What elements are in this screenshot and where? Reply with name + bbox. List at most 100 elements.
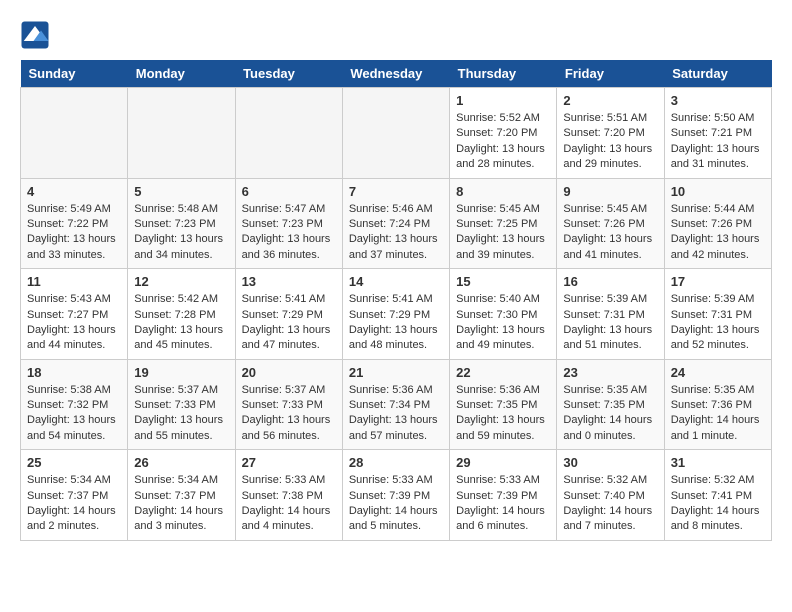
day-number: 4 xyxy=(27,184,121,199)
day-info: Sunrise: 5:42 AM Sunset: 7:28 PM Dayligh… xyxy=(134,292,228,354)
day-number: 28 xyxy=(349,455,443,470)
day-info: Sunrise: 5:35 AM Sunset: 7:35 PM Dayligh… xyxy=(563,383,657,445)
week-row-4: 18 Sunrise: 5:38 AM Sunset: 7:32 PM Dayli… xyxy=(21,359,772,450)
day-cell: 10 Sunrise: 5:44 AM Sunset: 7:26 PM Dayli… xyxy=(664,178,771,269)
day-cell: 1 Sunrise: 5:52 AM Sunset: 7:20 PM Daylig… xyxy=(450,88,557,179)
day-info: Sunrise: 5:33 AM Sunset: 7:39 PM Dayligh… xyxy=(349,473,443,535)
day-number: 11 xyxy=(27,274,121,289)
day-cell: 2Sunrise: 5:51 AM Sunset: 7:20 PM Daylig… xyxy=(557,88,664,179)
day-number: 31 xyxy=(671,455,765,470)
day-number: 23 xyxy=(563,365,657,380)
week-row-3: 11 Sunrise: 5:43 AM Sunset: 7:27 PM Dayli… xyxy=(21,269,772,360)
day-info: Sunrise: 5:47 AM Sunset: 7:23 PM Dayligh… xyxy=(242,202,336,264)
day-info: Sunrise: 5:45 AM Sunset: 7:25 PM Dayligh… xyxy=(456,202,550,264)
day-number: 17 xyxy=(671,274,765,289)
day-cell: 29 Sunrise: 5:33 AM Sunset: 7:39 PM Dayli… xyxy=(450,450,557,541)
col-header-saturday: Saturday xyxy=(664,60,771,88)
day-info: Sunrise: 5:40 AM Sunset: 7:30 PM Dayligh… xyxy=(456,292,550,354)
day-number: 6 xyxy=(242,184,336,199)
day-info: Sunrise: 5:46 AM Sunset: 7:24 PM Dayligh… xyxy=(349,202,443,264)
page-header xyxy=(20,20,772,50)
day-cell: 15 Sunrise: 5:40 AM Sunset: 7:30 PM Dayli… xyxy=(450,269,557,360)
day-cell: 26 Sunrise: 5:34 AM Sunset: 7:37 PM Dayli… xyxy=(128,450,235,541)
day-number: 14 xyxy=(349,274,443,289)
day-cell: 5 Sunrise: 5:48 AM Sunset: 7:23 PM Daylig… xyxy=(128,178,235,269)
day-number: 18 xyxy=(27,365,121,380)
week-row-1: 1 Sunrise: 5:52 AM Sunset: 7:20 PM Daylig… xyxy=(21,88,772,179)
day-number: 20 xyxy=(242,365,336,380)
day-info: Sunrise: 5:45 AM Sunset: 7:26 PM Dayligh… xyxy=(563,202,657,264)
day-info: Sunrise: 5:48 AM Sunset: 7:23 PM Dayligh… xyxy=(134,202,228,264)
day-cell: 30Sunrise: 5:32 AM Sunset: 7:40 PM Dayli… xyxy=(557,450,664,541)
day-cell: 9 Sunrise: 5:45 AM Sunset: 7:26 PM Daylig… xyxy=(557,178,664,269)
day-number: 8 xyxy=(456,184,550,199)
day-info: Sunrise: 5:37 AM Sunset: 7:33 PM Dayligh… xyxy=(242,383,336,445)
col-header-monday: Monday xyxy=(128,60,235,88)
day-cell xyxy=(128,88,235,179)
day-info: Sunrise: 5:39 AM Sunset: 7:31 PM Dayligh… xyxy=(563,292,657,354)
day-cell: 23 Sunrise: 5:35 AM Sunset: 7:35 PM Dayli… xyxy=(557,359,664,450)
day-cell: 27Sunrise: 5:33 AM Sunset: 7:38 PM Dayli… xyxy=(235,450,342,541)
day-cell: 22 Sunrise: 5:36 AM Sunset: 7:35 PM Dayli… xyxy=(450,359,557,450)
day-number: 29 xyxy=(456,455,550,470)
day-cell: 4 Sunrise: 5:49 AM Sunset: 7:22 PM Daylig… xyxy=(21,178,128,269)
day-cell: 20 Sunrise: 5:37 AM Sunset: 7:33 PM Dayli… xyxy=(235,359,342,450)
day-info: Sunrise: 5:38 AM Sunset: 7:32 PM Dayligh… xyxy=(27,383,121,445)
header-row: SundayMondayTuesdayWednesdayThursdayFrid… xyxy=(21,60,772,88)
day-info: Sunrise: 5:51 AM Sunset: 7:20 PM Dayligh… xyxy=(563,111,657,173)
day-cell: 16 Sunrise: 5:39 AM Sunset: 7:31 PM Dayli… xyxy=(557,269,664,360)
day-info: Sunrise: 5:44 AM Sunset: 7:26 PM Dayligh… xyxy=(671,202,765,264)
day-number: 15 xyxy=(456,274,550,289)
day-cell: 13Sunrise: 5:41 AM Sunset: 7:29 PM Dayli… xyxy=(235,269,342,360)
day-number: 21 xyxy=(349,365,443,380)
day-info: Sunrise: 5:34 AM Sunset: 7:37 PM Dayligh… xyxy=(134,473,228,535)
day-number: 10 xyxy=(671,184,765,199)
day-number: 3 xyxy=(671,93,765,108)
logo xyxy=(20,20,54,50)
day-info: Sunrise: 5:36 AM Sunset: 7:34 PM Dayligh… xyxy=(349,383,443,445)
logo-icon xyxy=(20,20,50,50)
day-number: 19 xyxy=(134,365,228,380)
day-cell: 6 Sunrise: 5:47 AM Sunset: 7:23 PM Daylig… xyxy=(235,178,342,269)
day-info: Sunrise: 5:43 AM Sunset: 7:27 PM Dayligh… xyxy=(27,292,121,354)
day-number: 12 xyxy=(134,274,228,289)
day-info: Sunrise: 5:52 AM Sunset: 7:20 PM Dayligh… xyxy=(456,111,550,173)
day-info: Sunrise: 5:39 AM Sunset: 7:31 PM Dayligh… xyxy=(671,292,765,354)
day-cell: 11 Sunrise: 5:43 AM Sunset: 7:27 PM Dayli… xyxy=(21,269,128,360)
day-cell: 28 Sunrise: 5:33 AM Sunset: 7:39 PM Dayli… xyxy=(342,450,449,541)
col-header-sunday: Sunday xyxy=(21,60,128,88)
day-info: Sunrise: 5:36 AM Sunset: 7:35 PM Dayligh… xyxy=(456,383,550,445)
day-info: Sunrise: 5:41 AM Sunset: 7:29 PM Dayligh… xyxy=(349,292,443,354)
week-row-5: 25 Sunrise: 5:34 AM Sunset: 7:37 PM Dayli… xyxy=(21,450,772,541)
day-number: 9 xyxy=(563,184,657,199)
day-number: 26 xyxy=(134,455,228,470)
day-info: Sunrise: 5:50 AM Sunset: 7:21 PM Dayligh… xyxy=(671,111,765,173)
day-cell: 18 Sunrise: 5:38 AM Sunset: 7:32 PM Dayli… xyxy=(21,359,128,450)
day-number: 1 xyxy=(456,93,550,108)
day-info: Sunrise: 5:33 AM Sunset: 7:39 PM Dayligh… xyxy=(456,473,550,535)
day-cell: 31 Sunrise: 5:32 AM Sunset: 7:41 PM Dayli… xyxy=(664,450,771,541)
day-number: 25 xyxy=(27,455,121,470)
day-number: 5 xyxy=(134,184,228,199)
day-cell: 8 Sunrise: 5:45 AM Sunset: 7:25 PM Daylig… xyxy=(450,178,557,269)
day-cell xyxy=(342,88,449,179)
day-cell: 3 Sunrise: 5:50 AM Sunset: 7:21 PM Daylig… xyxy=(664,88,771,179)
col-header-wednesday: Wednesday xyxy=(342,60,449,88)
col-header-friday: Friday xyxy=(557,60,664,88)
day-info: Sunrise: 5:41 AM Sunset: 7:29 PM Dayligh… xyxy=(242,292,336,354)
day-info: Sunrise: 5:33 AM Sunset: 7:38 PM Dayligh… xyxy=(242,473,336,535)
day-info: Sunrise: 5:35 AM Sunset: 7:36 PM Dayligh… xyxy=(671,383,765,445)
day-number: 16 xyxy=(563,274,657,289)
week-row-2: 4 Sunrise: 5:49 AM Sunset: 7:22 PM Daylig… xyxy=(21,178,772,269)
day-cell: 12 Sunrise: 5:42 AM Sunset: 7:28 PM Dayli… xyxy=(128,269,235,360)
day-cell: 25 Sunrise: 5:34 AM Sunset: 7:37 PM Dayli… xyxy=(21,450,128,541)
day-number: 22 xyxy=(456,365,550,380)
day-info: Sunrise: 5:34 AM Sunset: 7:37 PM Dayligh… xyxy=(27,473,121,535)
day-number: 7 xyxy=(349,184,443,199)
day-info: Sunrise: 5:49 AM Sunset: 7:22 PM Dayligh… xyxy=(27,202,121,264)
day-info: Sunrise: 5:32 AM Sunset: 7:40 PM Dayligh… xyxy=(563,473,657,535)
day-info: Sunrise: 5:32 AM Sunset: 7:41 PM Dayligh… xyxy=(671,473,765,535)
day-info: Sunrise: 5:37 AM Sunset: 7:33 PM Dayligh… xyxy=(134,383,228,445)
day-cell xyxy=(235,88,342,179)
day-cell: 14 Sunrise: 5:41 AM Sunset: 7:29 PM Dayli… xyxy=(342,269,449,360)
